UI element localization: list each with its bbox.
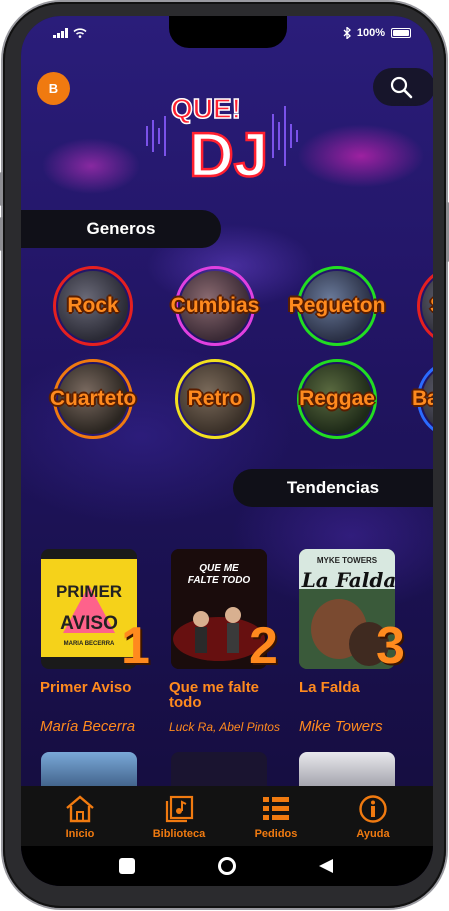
recent-apps-button[interactable] (119, 858, 135, 874)
genre-label: Reggae (299, 387, 375, 410)
status-left (53, 28, 87, 38)
genre-retro[interactable]: Retro (175, 359, 255, 439)
cover-1-artist-text: MARIA BECERRA (64, 641, 115, 647)
notch (169, 16, 287, 48)
nav-label: Pedidos (254, 828, 298, 840)
genre-label: Ba (412, 387, 433, 410)
genre-label: Retro (187, 387, 243, 410)
genre-label: Cuarteto (49, 387, 137, 410)
nav-label: Inicio (65, 828, 95, 840)
wifi-icon (73, 28, 87, 38)
track-2-title[interactable]: Que me falte todo (169, 680, 279, 710)
search-button[interactable] (373, 68, 433, 106)
nav-biblioteca[interactable]: Biblioteca (139, 794, 219, 840)
nav-label: Biblioteca (152, 828, 206, 840)
track-1-title[interactable]: Primer Aviso (40, 680, 150, 695)
user-avatar[interactable]: B (37, 72, 70, 105)
system-navigation-bar (21, 846, 433, 886)
app-screen: 100% B QUE! DJ Generos Rock Cumbias Regu… (21, 16, 433, 886)
home-system-button[interactable] (218, 857, 236, 875)
track-1-artist: María Becerra (40, 718, 136, 735)
bluetooth-icon (343, 27, 351, 39)
track-1-rank: 1 (121, 617, 150, 675)
bottom-navigation: Inicio Biblioteca Pedidos Ayuda (21, 786, 433, 846)
trending-section-title: Tendencias (233, 469, 433, 507)
nav-pedidos[interactable]: Pedidos (236, 794, 316, 840)
nav-inicio[interactable]: Inicio (40, 794, 120, 840)
battery-percent: 100% (356, 27, 385, 39)
home-icon (66, 795, 94, 823)
status-right: 100% (343, 27, 411, 39)
cover-2-top-text: QUE ME (199, 563, 239, 574)
track-3-title[interactable]: La Falda (299, 680, 409, 695)
library-icon (165, 795, 194, 823)
cover-2-bottom-text: FALTE TODO (188, 575, 251, 586)
battery-icon (391, 28, 411, 38)
que-dj-logo: QUE! DJ (146, 92, 298, 191)
volume-up-button (0, 172, 3, 206)
logo-que-text: QUE! (171, 93, 241, 124)
logo-dj-text: DJ (189, 121, 268, 190)
track-2-artist: Luck Ra, Abel Pintos (169, 720, 280, 734)
cover-3-title-text: La Falda (301, 568, 395, 592)
cover-1-top-text: PRIMER (56, 582, 122, 601)
track-3-artist: Mike Towers (299, 718, 383, 735)
genre-label: S (430, 294, 433, 318)
nav-label: Ayuda (356, 828, 390, 840)
genre-label: Cumbias (170, 294, 260, 317)
back-system-button[interactable] (317, 857, 335, 875)
genre-rock[interactable]: Rock (53, 266, 133, 346)
track-3-rank: 3 (376, 617, 405, 675)
genre-label: Regueton (288, 294, 386, 317)
search-icon (390, 76, 413, 99)
list-icon (263, 797, 289, 820)
genre-reggae[interactable]: Reggae (297, 359, 377, 439)
genres-section-title: Generos (21, 210, 221, 248)
genre-label: Rock (67, 294, 119, 317)
genre-cuarteto[interactable]: Cuarteto (49, 359, 137, 439)
cover-1-bottom-text: AVISO (60, 613, 118, 634)
genre-cumbias[interactable]: Cumbias (171, 266, 259, 346)
info-icon (359, 795, 387, 823)
genre-regueton[interactable]: Regueton (289, 266, 385, 346)
nav-ayuda[interactable]: Ayuda (333, 794, 413, 840)
phone-frame: 100% B QUE! DJ Generos Rock Cumbias Regu… (0, 2, 449, 908)
track-2-rank: 2 (249, 617, 278, 675)
signal-icon (53, 28, 68, 38)
volume-down-button (0, 217, 3, 251)
cover-3-artist-text: MYKE TOWERS (317, 556, 378, 565)
